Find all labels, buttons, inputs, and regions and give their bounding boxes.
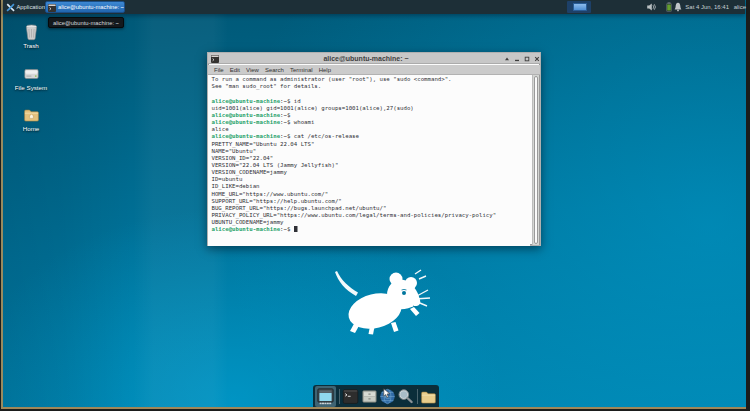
dock-separator: [339, 389, 340, 404]
terminal-line: SUPPORT_URL="https://help.ubuntu.com/": [212, 197, 531, 204]
terminal-line: alice@ubuntu-machine:~$ whoami: [212, 118, 531, 125]
mouse-cursor: [383, 388, 391, 399]
dock-file-manager-icon[interactable]: [361, 388, 378, 405]
terminal-line: alice@ubuntu-machine:~$ cat /etc/os-rele…: [212, 133, 531, 140]
menu-help[interactable]: Help: [319, 67, 331, 73]
scrollbar-thumb[interactable]: [534, 76, 538, 244]
xubuntu-mouse-logo: [325, 266, 431, 338]
close-button[interactable]: [532, 53, 542, 64]
desktop-icon-home[interactable]: Home: [5, 106, 57, 132]
menu-search[interactable]: Search: [265, 67, 284, 73]
home-folder-icon: [23, 106, 40, 124]
shade-icon: [504, 56, 510, 62]
menu-view[interactable]: View: [246, 67, 259, 73]
terminal-line: [212, 90, 531, 97]
panel-username[interactable]: alice: [734, 0, 746, 14]
terminal-line: PRETTY_NAME="Ubuntu 22.04 LTS": [212, 140, 531, 147]
window-controls: [502, 53, 542, 64]
taskbar-window-button-label: alice@ubuntu-machine: ~: [58, 2, 124, 12]
dock-xterm-icon[interactable]: [317, 388, 334, 405]
menu-terminal[interactable]: Terminal: [290, 67, 313, 73]
dock-app-finder-icon[interactable]: [397, 388, 414, 405]
terminal-line: To run a command as administrator (user …: [212, 76, 531, 83]
workspace-switcher[interactable]: [567, 1, 591, 13]
terminal-line: uid=1001(alice) gid=1001(alice) groups=1…: [212, 104, 531, 111]
applications-menu-icon[interactable]: [6, 3, 15, 12]
terminal-line: ID_LIKE=debian: [212, 183, 531, 190]
applications-menu[interactable]: Applications: [17, 0, 48, 14]
terminal-scrollbar[interactable]: [532, 75, 539, 245]
terminal-line: ID=ubuntu: [212, 176, 531, 183]
terminal-titlebar[interactable]: alice@ubuntu-machine: ~: [208, 53, 540, 64]
terminal-line: alice@ubuntu-machine:~$: [212, 111, 531, 118]
close-icon: [534, 56, 540, 62]
screen: Applications alice@ubuntu-machine: ~ Sat…: [0, 0, 750, 411]
top-panel: Applications alice@ubuntu-machine: ~ Sat…: [3, 0, 745, 14]
mouse-eye: [402, 291, 406, 295]
desktop-icon-trash[interactable]: Trash: [5, 23, 57, 49]
desktop-icon-label: Home: [5, 125, 57, 132]
dock-separator: [417, 389, 418, 404]
terminal-line: UBUNTU_CODENAME=jammy: [212, 218, 531, 225]
menu-edit[interactable]: Edit: [230, 67, 240, 73]
menu-file[interactable]: File: [214, 67, 224, 73]
trash-icon: [23, 23, 40, 41]
volume-icon[interactable]: [646, 2, 656, 12]
terminal-cursor: [294, 226, 298, 232]
terminal-line: PRIVACY_POLICY_URL="https://www.ubuntu.c…: [212, 211, 531, 218]
maximize-button[interactable]: [522, 53, 532, 64]
terminal-screen[interactable]: To run a command as administrator (user …: [208, 75, 530, 246]
desktop-icon-file-system[interactable]: File System: [5, 65, 57, 91]
taskbar-window-button[interactable]: alice@ubuntu-machine: ~: [45, 1, 125, 13]
shade-button[interactable]: [502, 53, 512, 64]
notification-bell-icon[interactable]: [673, 2, 683, 12]
dock-terminal-icon[interactable]: [342, 388, 359, 405]
terminal-line: VERSION_CODENAME=jammy: [212, 168, 531, 175]
terminal-line: NAME="Ubuntu": [212, 147, 531, 154]
terminal-line: VERSION="22.04 LTS (Jammy Jellyfish)": [212, 161, 531, 168]
terminal-menubar: File Edit View Search Terminal Help: [208, 65, 540, 75]
minimize-icon: [514, 56, 520, 62]
terminal-line: alice@ubuntu-machine:~$: [212, 226, 531, 233]
terminal-line: VERSION_ID="22.04": [212, 154, 531, 161]
terminal-output: To run a command as administrator (user …: [208, 75, 530, 233]
terminal-line: BUG_REPORT_URL="https://bugs.launchpad.n…: [212, 204, 531, 211]
panel-clock[interactable]: Sat 4 Jun, 16:41: [685, 0, 729, 14]
minimize-button[interactable]: [512, 53, 522, 64]
taskbar-tooltip: alice@ubuntu-machine: ~: [48, 17, 124, 28]
file-system-drive-icon: [23, 65, 40, 83]
maximize-icon: [524, 56, 530, 62]
terminal-line: alice@ubuntu-machine:~$ id: [212, 97, 531, 104]
dock-folder-icon[interactable]: [420, 388, 437, 405]
desktop-icon-label: File System: [5, 84, 57, 91]
terminal-line: alice: [212, 126, 531, 133]
terminal-line: See "man sudo_root" for details.: [212, 83, 531, 90]
desktop-icon-label: Trash: [5, 42, 57, 49]
terminal-window-title: alice@ubuntu-machine: ~: [200, 53, 532, 64]
bottom-dock: [313, 385, 439, 407]
terminal-window: alice@ubuntu-machine: ~ File Edit View Sear…: [207, 52, 541, 246]
terminal-line: HOME_URL="https://www.ubuntu.com/": [212, 190, 531, 197]
terminal-window-icon: [48, 4, 56, 12]
workspace-active-cell[interactable]: [573, 3, 587, 11]
